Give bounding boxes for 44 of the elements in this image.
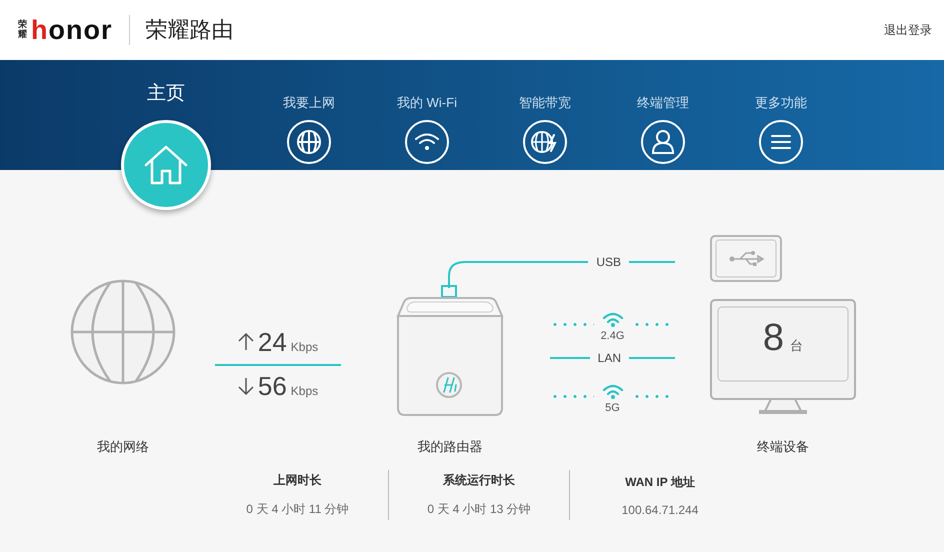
arrow-down-icon — [238, 377, 254, 395]
wifi-icon — [602, 312, 624, 328]
upload-speed: 24 — [258, 327, 287, 358]
speed-unit: Kbps — [290, 384, 318, 398]
nav-button[interactable] — [405, 120, 449, 164]
device-count-unit: 台 — [790, 337, 804, 355]
devices-label: 终端设备 — [757, 438, 809, 456]
user-icon — [651, 129, 675, 155]
nav-tab[interactable]: 智能带宽 — [519, 94, 571, 110]
stat-value: 0 天 4 小时 11 分钟 — [246, 501, 349, 518]
arrow-up-icon — [238, 333, 254, 351]
stat-value: 100.64.71.244 — [622, 502, 698, 516]
nav-button[interactable] — [759, 120, 803, 164]
nav-button[interactable] — [287, 120, 331, 164]
app-title: 荣耀路由 — [146, 16, 234, 44]
stat-value: 0 天 4 小时 13 分钟 — [427, 501, 531, 518]
wifi-icon — [602, 384, 624, 400]
network-label: 我的网络 — [97, 438, 149, 456]
nav-button[interactable] — [523, 120, 567, 164]
stat-title: 系统运行时长 — [443, 472, 515, 489]
globe-icon — [296, 129, 322, 155]
speed-unit: Kbps — [290, 340, 318, 354]
nav-tab[interactable]: 主页 — [147, 80, 185, 106]
logo: honor — [31, 16, 112, 44]
nav-button[interactable] — [641, 120, 685, 164]
link-label: USB — [596, 255, 621, 269]
link-label: LAN — [598, 351, 621, 365]
nav-tab[interactable]: 更多功能 — [755, 94, 807, 110]
usb-device-icon — [710, 235, 782, 282]
wifi-icon — [414, 131, 440, 153]
logo-mark: 荣耀 — [18, 20, 28, 40]
menu-icon — [771, 134, 791, 150]
stat-title: WAN IP 地址 — [625, 474, 695, 490]
download-speed: 56 — [258, 371, 287, 402]
nav-tab[interactable]: 我的 Wi-Fi — [397, 94, 457, 110]
home-icon — [143, 144, 189, 186]
band-label: 2.4G — [600, 330, 626, 344]
nav-tab[interactable]: 我要上网 — [283, 94, 335, 110]
logout-link[interactable]: 退出登录 — [884, 22, 932, 38]
band-label: 5G — [604, 402, 621, 416]
nav-tab[interactable]: 终端管理 — [637, 94, 689, 110]
router-label: 我的路由器 — [418, 438, 482, 456]
stat-title: 上网时长 — [274, 472, 322, 489]
device-count: 8 — [762, 319, 784, 357]
